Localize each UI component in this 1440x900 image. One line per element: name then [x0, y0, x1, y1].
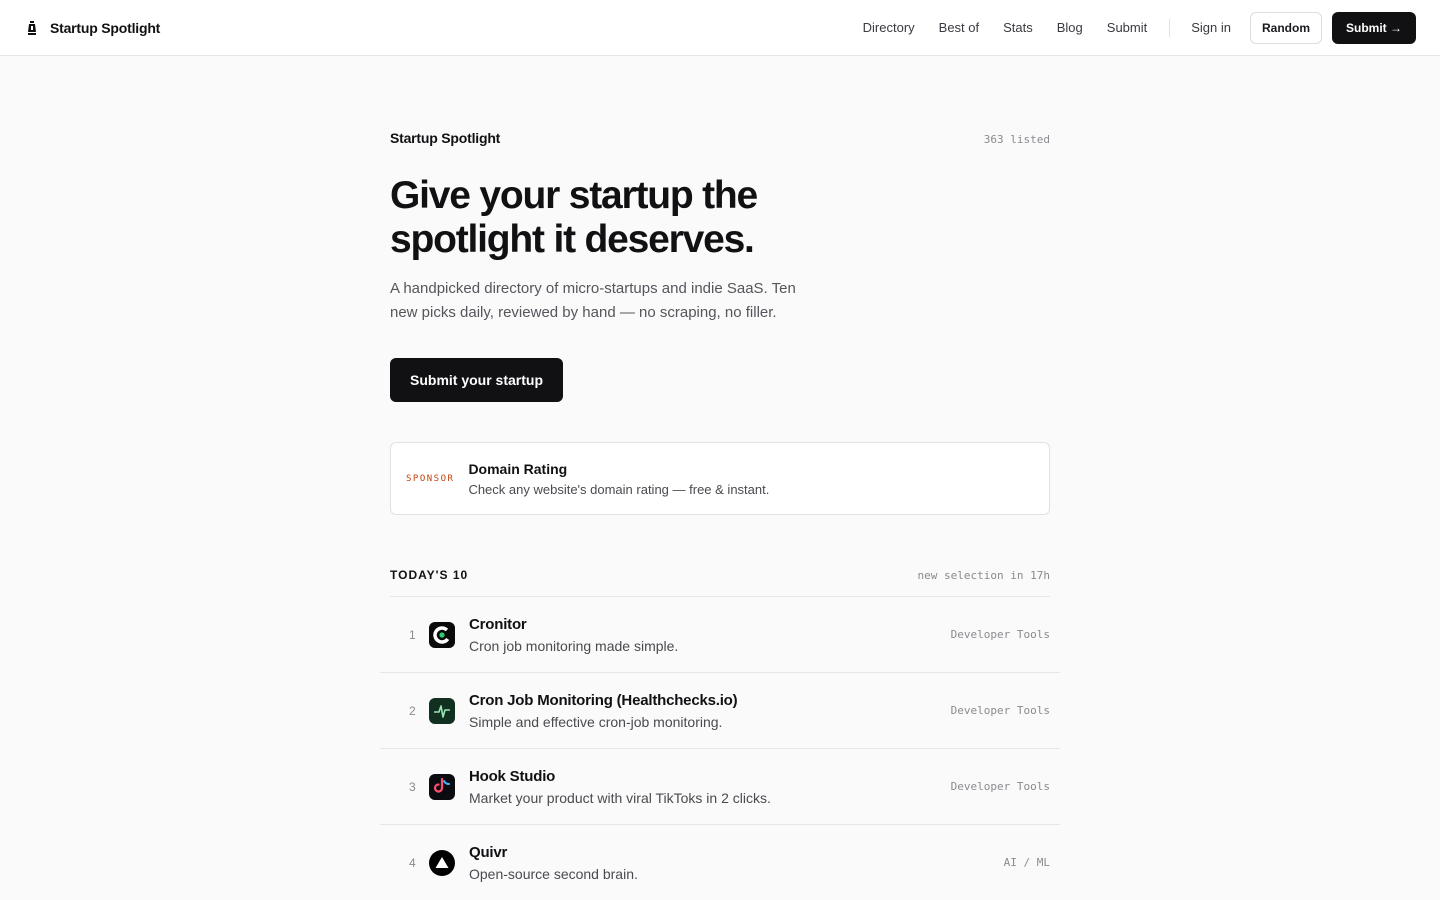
nav-link-best-of[interactable]: Best of [939, 20, 979, 35]
healthchecks-logo-icon [429, 697, 455, 724]
next-selection-note: new selection in 17h [917, 569, 1050, 582]
random-button[interactable]: Random [1250, 11, 1322, 44]
item-rank: 3 [409, 779, 416, 794]
hero-top-row: Startup Spotlight 363 listed [390, 130, 1050, 146]
quivr-logo-icon [429, 849, 455, 876]
nav-divider [1169, 18, 1171, 37]
hero-kicker: Startup Spotlight [390, 130, 501, 146]
item-category: AI / ML [1003, 856, 1050, 869]
item-name: Cronitor [469, 615, 527, 633]
main-content: Startup Spotlight 363 listed Give your s… [380, 130, 1060, 900]
brand-name: Startup Spotlight [50, 19, 161, 36]
sponsor-text: Domain Rating Check any website's domain… [468, 461, 769, 497]
brand-logo-link[interactable]: Startup Spotlight [24, 20, 160, 36]
sponsor-title: Domain Rating [468, 460, 568, 477]
item-info: Quivr Open-source second brain. [469, 844, 1004, 882]
item-info: Hook Studio Market your product with vir… [469, 768, 951, 806]
top-navbar: Startup Spotlight Directory Best of Stat… [0, 0, 1440, 56]
nav-link-directory[interactable]: Directory [863, 20, 915, 35]
hero-title: Give your startup the spotlight it deser… [390, 174, 758, 261]
item-category: Developer Tools [950, 704, 1050, 717]
submit-button[interactable]: Submit → [1332, 11, 1416, 44]
sign-in-link[interactable]: Sign in [1191, 20, 1231, 35]
submit-startup-button[interactable]: Submit your startup [390, 358, 564, 402]
list-item[interactable]: 3 Hook Studio Market your product with v… [380, 749, 1060, 825]
sponsor-badge: SPONSOR [406, 473, 455, 484]
cronitor-logo-icon [429, 621, 455, 648]
item-rank: 4 [409, 855, 416, 870]
list-item[interactable]: 1 Cronitor Cron job monitoring made simp… [380, 597, 1060, 673]
nav-link-submit[interactable]: Submit [1107, 20, 1147, 35]
item-description: Market your product with viral TikToks i… [469, 789, 771, 806]
list-item[interactable]: 4 Quivr Open-source second brain. AI / M… [380, 825, 1060, 900]
spotlight-lamp-icon [24, 20, 40, 36]
item-rank: 2 [409, 703, 416, 718]
item-info: Cron Job Monitoring (Healthchecks.io) Si… [469, 692, 951, 730]
item-info: Cronitor Cron job monitoring made simple… [469, 616, 951, 654]
listed-count: 363 listed [983, 133, 1050, 146]
hero-lead: A handpicked directory of micro-startups… [390, 280, 796, 321]
sponsor-card[interactable]: SPONSOR Domain Rating Check any website'… [390, 442, 1050, 515]
todays-list-header: TODAY'S 10 new selection in 17h [390, 568, 1050, 597]
nav-link-blog[interactable]: Blog [1057, 20, 1083, 35]
item-category: Developer Tools [950, 780, 1050, 793]
item-name: Cron Job Monitoring (Healthchecks.io) [469, 691, 738, 709]
item-name: Hook Studio [469, 767, 556, 785]
item-rank: 1 [409, 627, 416, 642]
nav-actions: Directory Best of Stats Blog Submit Sign… [863, 11, 1416, 44]
item-description: Simple and effective cron-job monitoring… [469, 713, 723, 730]
list-title: TODAY'S 10 [390, 568, 469, 582]
nav-link-stats[interactable]: Stats [1003, 20, 1033, 35]
hook-studio-logo-icon [429, 773, 455, 800]
item-name: Quivr [469, 843, 508, 861]
item-description: Open-source second brain. [469, 865, 638, 882]
list-item[interactable]: 2 Cron Job Monitoring (Healthchecks.io) … [380, 673, 1060, 749]
item-category: Developer Tools [950, 628, 1050, 641]
sponsor-description: Check any website's domain rating — free… [468, 481, 770, 497]
item-description: Cron job monitoring made simple. [469, 637, 679, 654]
